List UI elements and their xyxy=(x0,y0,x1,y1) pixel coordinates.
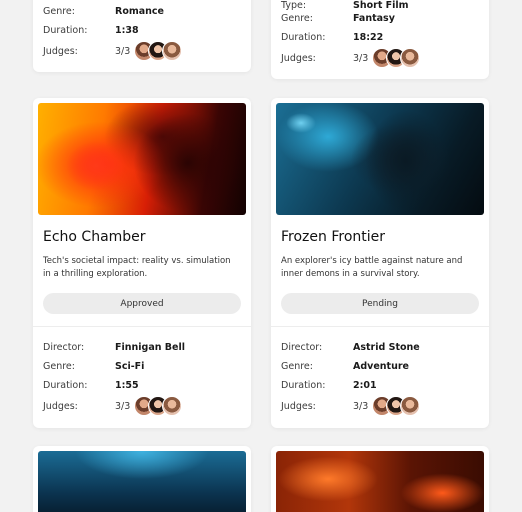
duration-value: 1:55 xyxy=(115,379,139,391)
director-row: Director: Finnigan Bell xyxy=(43,338,241,356)
avatar[interactable] xyxy=(400,48,421,68)
avatar[interactable] xyxy=(400,396,421,416)
film-card[interactable]: Echo Chamber Tech's societal impact: rea… xyxy=(33,98,251,428)
judges-label: Judges: xyxy=(281,52,316,64)
judges-count: 3/3 xyxy=(353,52,369,64)
avatar[interactable] xyxy=(162,41,183,61)
judges-count: 3/3 xyxy=(115,400,131,412)
genre-value: Romance xyxy=(115,5,164,17)
portrait-orange-room-image[interactable] xyxy=(276,451,484,512)
duration-label: Duration: xyxy=(281,379,326,391)
judge-avatars xyxy=(134,41,183,61)
judges-row: Judges: 3/3 xyxy=(43,396,241,416)
film-description: Tech's societal impact: reality vs. simu… xyxy=(43,256,231,279)
duration-value: 18:22 xyxy=(353,31,384,43)
film-card[interactable] xyxy=(271,446,489,512)
duration-label: Duration: xyxy=(43,379,88,391)
genre-label: Genre: xyxy=(43,5,75,17)
avatar[interactable] xyxy=(162,396,183,416)
genre-row: Genre: Adventure xyxy=(281,357,479,375)
director-value: Astrid Stone xyxy=(353,341,420,353)
portrait-red-orange-image[interactable] xyxy=(38,103,246,215)
director-value: Finnigan Bell xyxy=(115,341,186,353)
film-card[interactable] xyxy=(33,446,251,512)
genre-label: Genre: xyxy=(281,360,313,372)
duration-row: Duration: 2:01 xyxy=(281,376,479,394)
duration-label: Duration: xyxy=(43,24,88,36)
genre-label: Genre: xyxy=(43,360,75,372)
judges-row: Judges: 3/3 xyxy=(281,48,479,68)
film-card[interactable]: Frozen Frontier An explorer's icy battle… xyxy=(271,98,489,428)
duration-value: 1:38 xyxy=(115,24,139,36)
duration-row: Duration: 1:55 xyxy=(43,376,241,394)
duration-label: Duration: xyxy=(281,31,326,43)
judges-count: 3/3 xyxy=(115,45,131,57)
film-card[interactable]: Type: Short Film Genre: Fantasy Duration… xyxy=(271,0,489,79)
director-row: Director: Astrid Stone xyxy=(281,338,479,356)
genre-value: Sci-Fi xyxy=(115,360,145,372)
film-card[interactable]: Genre: Romance Duration: 1:38 Judges: 3/… xyxy=(33,0,251,72)
director-label: Director: xyxy=(281,341,323,353)
judge-avatars xyxy=(372,396,421,416)
genre-row: Genre: Sci-Fi xyxy=(43,357,241,375)
judges-label: Judges: xyxy=(43,400,78,412)
judges-row: Judges: 3/3 xyxy=(281,396,479,416)
portrait-blue-night-image[interactable] xyxy=(276,103,484,215)
status-badge[interactable]: Pending xyxy=(281,293,479,314)
film-title[interactable]: Frozen Frontier xyxy=(281,229,385,245)
divider xyxy=(271,326,489,327)
judge-avatars xyxy=(372,48,421,68)
judge-avatars xyxy=(134,396,183,416)
genre-value: Fantasy xyxy=(353,12,395,24)
duration-row: Duration: 1:38 xyxy=(43,21,241,39)
divider xyxy=(33,326,251,327)
status-badge[interactable]: Approved xyxy=(43,293,241,314)
underwater-image[interactable] xyxy=(38,451,246,512)
genre-label: Genre: xyxy=(281,12,313,24)
film-title[interactable]: Echo Chamber xyxy=(43,229,146,245)
judges-label: Judges: xyxy=(43,45,78,57)
director-label: Director: xyxy=(43,341,85,353)
judges-row: Judges: 3/3 xyxy=(43,41,241,61)
genre-row: Genre: Fantasy xyxy=(281,9,479,27)
genre-row: Genre: Romance xyxy=(43,2,241,20)
judges-label: Judges: xyxy=(281,400,316,412)
duration-value: 2:01 xyxy=(353,379,377,391)
film-description: An explorer's icy battle against nature … xyxy=(281,256,463,279)
genre-value: Adventure xyxy=(353,360,409,372)
duration-row: Duration: 18:22 xyxy=(281,28,479,46)
judges-count: 3/3 xyxy=(353,400,369,412)
